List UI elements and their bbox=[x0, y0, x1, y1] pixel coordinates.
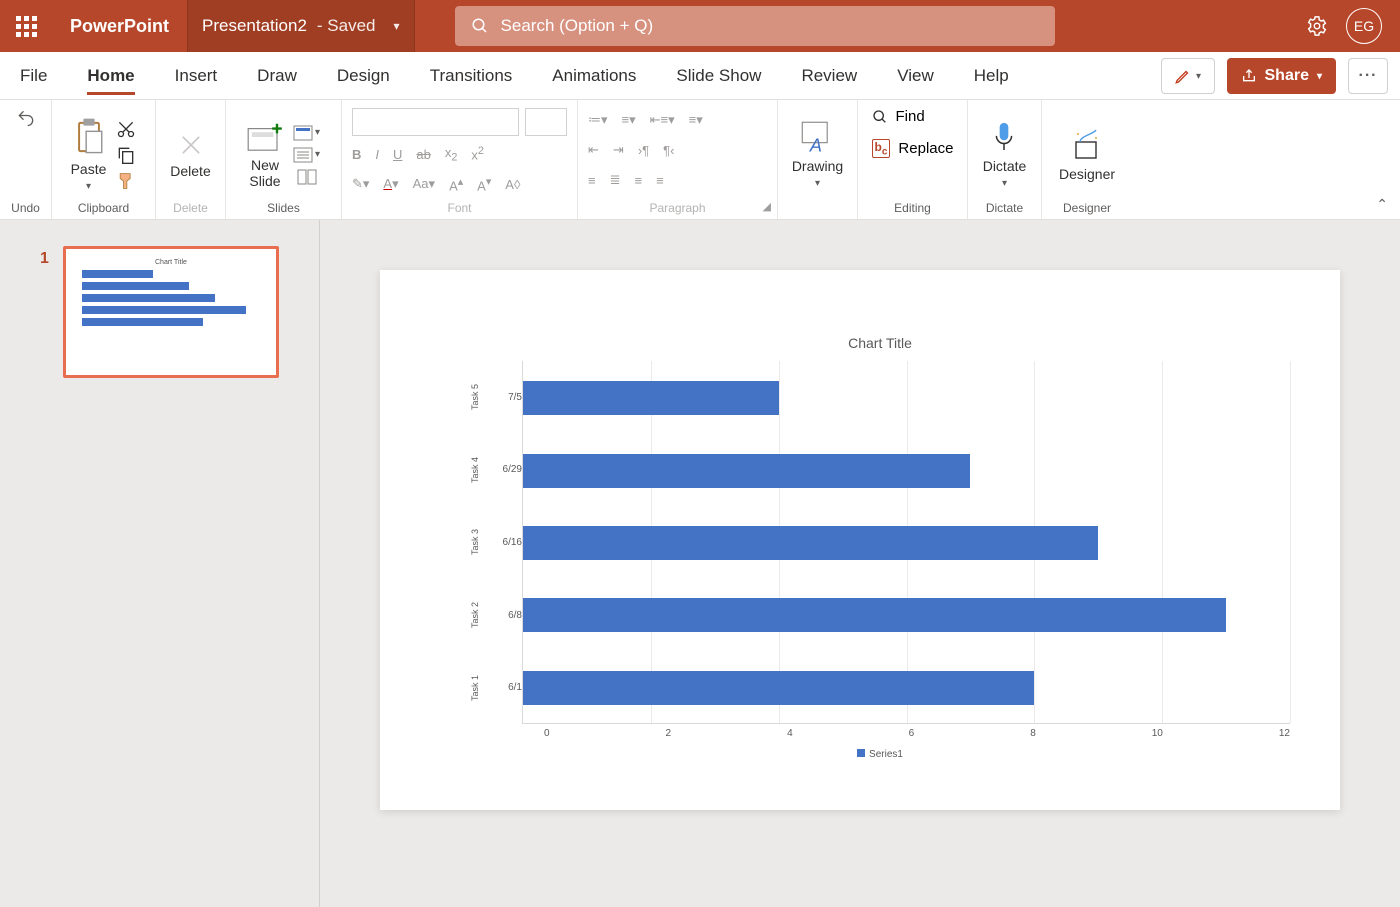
tab-home[interactable]: Home bbox=[87, 66, 134, 95]
redo-icon bbox=[15, 134, 37, 154]
document-title-area[interactable]: Presentation2 - Saved ▾ bbox=[187, 0, 415, 52]
ribbon-group-designer: Designer Designer bbox=[1042, 100, 1132, 219]
tab-draw[interactable]: Draw bbox=[257, 66, 297, 86]
settings-icon[interactable] bbox=[1306, 15, 1328, 37]
drawing-icon: A bbox=[800, 120, 834, 154]
tab-animations[interactable]: Animations bbox=[552, 66, 636, 86]
slide-canvas-area[interactable]: Chart Title Task 57/5Task 46/29Task 36/1… bbox=[320, 220, 1400, 907]
tab-view[interactable]: View bbox=[897, 66, 934, 86]
share-button[interactable]: Share ▾ bbox=[1227, 58, 1337, 94]
workspace: 1 Chart Title Chart Title Task 57/5Task … bbox=[0, 220, 1400, 907]
svg-text:A: A bbox=[809, 136, 822, 154]
user-avatar[interactable]: EG bbox=[1346, 8, 1382, 44]
ribbon-group-paragraph: ≔▾≡▾⇤≡▾≡▾ ⇤⇥›¶¶‹ ≡≣≡≡ Paragraph ◢ bbox=[578, 100, 778, 219]
search-input[interactable]: Search (Option + Q) bbox=[455, 6, 1055, 46]
layout-icon bbox=[293, 125, 313, 141]
tab-review[interactable]: Review bbox=[801, 66, 857, 86]
document-status: - Saved bbox=[317, 16, 376, 36]
chart-plot-area bbox=[522, 361, 1290, 724]
reset-button[interactable]: ▾ bbox=[293, 147, 320, 163]
ribbon: Undo Paste ▾ Clipboard Delete Delete bbox=[0, 100, 1400, 220]
chart-legend: Series1 bbox=[470, 749, 1290, 760]
chart-title: Chart Title bbox=[470, 335, 1290, 351]
thumbnail-number: 1 bbox=[40, 250, 49, 268]
waffle-icon bbox=[16, 16, 37, 37]
more-options-button[interactable]: ··· bbox=[1348, 58, 1388, 94]
ribbon-tabs: File Home Insert Draw Design Transitions… bbox=[0, 52, 1400, 100]
font-format-row: ✎▾A▾Aa▾A▴A▾A◊ bbox=[352, 172, 567, 196]
font-style-row: BIUabx2x2 bbox=[352, 142, 567, 166]
chevron-down-icon: ▾ bbox=[394, 19, 400, 33]
slide-thumbnail-pane[interactable]: 1 Chart Title bbox=[0, 220, 320, 907]
chevron-down-icon: ▾ bbox=[86, 181, 91, 192]
search-icon bbox=[872, 109, 888, 125]
delete-button: Delete bbox=[170, 131, 210, 179]
chevron-down-icon: ▾ bbox=[815, 178, 820, 189]
slide-thumbnail-1[interactable]: Chart Title bbox=[63, 246, 279, 378]
highlight-icon: ✎▾ bbox=[352, 176, 369, 192]
designer-icon bbox=[1072, 128, 1102, 162]
clipboard-icon bbox=[72, 117, 106, 157]
ribbon-group-font: BIUabx2x2 ✎▾A▾Aa▾A▴A▾A◊ Font bbox=[342, 100, 578, 219]
font-size-select bbox=[525, 108, 567, 136]
collapse-ribbon-button[interactable]: ⌃ bbox=[1376, 196, 1388, 213]
x-icon bbox=[177, 131, 205, 159]
ribbon-group-undo: Undo bbox=[0, 100, 52, 219]
font-color-icon: A▾ bbox=[383, 176, 398, 192]
layout-button[interactable]: ▾ bbox=[293, 125, 320, 141]
chevron-down-icon: ▾ bbox=[1317, 71, 1322, 82]
tab-design[interactable]: Design bbox=[337, 66, 390, 86]
tab-slideshow[interactable]: Slide Show bbox=[676, 66, 761, 86]
ribbon-group-slides: New Slide ▾ ▾ Slides bbox=[226, 100, 342, 219]
chart-y-labels: Task 57/5Task 46/29Task 36/16Task 26/8Ta… bbox=[470, 361, 522, 724]
copy-icon[interactable] bbox=[116, 145, 136, 165]
paste-button[interactable]: Paste ▾ bbox=[71, 117, 107, 192]
font-family-select bbox=[352, 108, 519, 136]
share-icon bbox=[1241, 68, 1257, 84]
slide-1[interactable]: Chart Title Task 57/5Task 46/29Task 36/1… bbox=[380, 270, 1340, 810]
chevron-down-icon: ▾ bbox=[1002, 178, 1007, 189]
designer-button[interactable]: Designer bbox=[1059, 128, 1115, 182]
dialog-launcher-icon[interactable]: ◢ bbox=[763, 200, 771, 213]
search-icon bbox=[471, 17, 489, 35]
ribbon-group-editing: Find bc Replace Editing bbox=[858, 100, 968, 219]
undo-icon[interactable] bbox=[15, 108, 37, 128]
app-name: PowerPoint bbox=[52, 16, 187, 37]
tab-transitions[interactable]: Transitions bbox=[430, 66, 513, 86]
ribbon-group-clipboard: Paste ▾ Clipboard bbox=[52, 100, 156, 219]
tab-insert[interactable]: Insert bbox=[175, 66, 218, 86]
ribbon-group-drawing: A Drawing ▾ . bbox=[778, 100, 858, 219]
replace-icon: bc bbox=[872, 139, 891, 158]
search-placeholder: Search (Option + Q) bbox=[501, 16, 654, 36]
ribbon-group-delete: Delete Delete bbox=[156, 100, 226, 219]
app-launcher-button[interactable] bbox=[0, 0, 52, 52]
document-name: Presentation2 bbox=[202, 16, 307, 36]
replace-button[interactable]: bc Replace bbox=[872, 139, 954, 158]
format-painter-icon[interactable] bbox=[116, 171, 136, 191]
chart[interactable]: Chart Title Task 57/5Task 46/29Task 36/1… bbox=[470, 335, 1290, 760]
drawing-button[interactable]: A Drawing ▾ bbox=[792, 120, 843, 189]
list-row: ≔▾≡▾⇤≡▾≡▾ bbox=[588, 108, 767, 132]
legend-swatch bbox=[857, 749, 865, 757]
tab-file[interactable]: File bbox=[20, 66, 47, 86]
pencil-icon bbox=[1174, 67, 1192, 85]
dictate-button[interactable]: Dictate ▾ bbox=[983, 120, 1027, 189]
clear-format-icon: A◊ bbox=[505, 177, 520, 192]
section-icon[interactable] bbox=[297, 169, 317, 185]
tab-help[interactable]: Help bbox=[974, 66, 1009, 86]
ribbon-group-dictate: Dictate ▾ Dictate bbox=[968, 100, 1042, 219]
microphone-icon bbox=[991, 120, 1017, 154]
new-slide-button[interactable]: New Slide bbox=[247, 121, 283, 189]
cut-icon[interactable] bbox=[116, 119, 136, 139]
new-slide-icon bbox=[247, 121, 283, 153]
find-button[interactable]: Find bbox=[872, 108, 925, 125]
reset-icon bbox=[293, 147, 313, 163]
editing-mode-button[interactable]: ▾ bbox=[1161, 58, 1215, 94]
align-row: ≡≣≡≡ bbox=[588, 168, 767, 192]
chart-x-ticks: 024681012 bbox=[544, 728, 1290, 739]
chevron-down-icon: ▾ bbox=[1196, 71, 1201, 82]
indent-row: ⇤⇥›¶¶‹ bbox=[588, 138, 767, 162]
title-bar: PowerPoint Presentation2 - Saved ▾ Searc… bbox=[0, 0, 1400, 52]
